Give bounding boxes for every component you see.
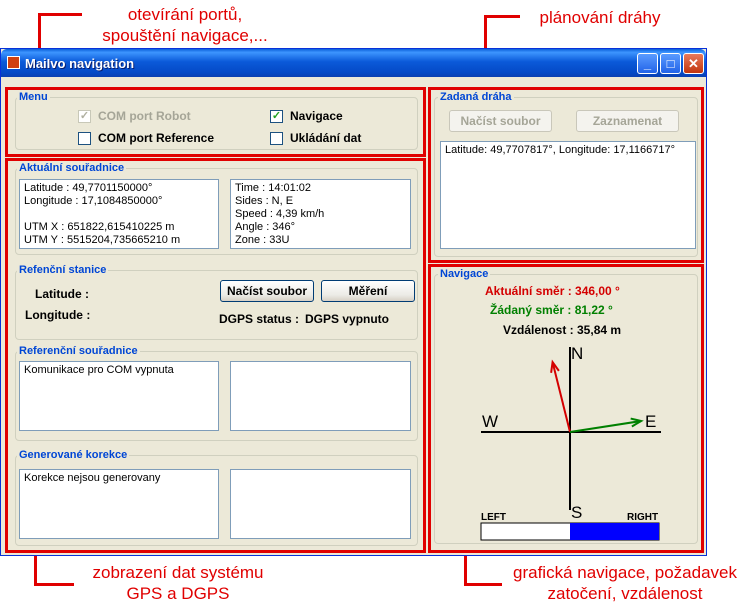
annotation-ports-connector-h [38,13,82,16]
annotation-ports: otevírání portů, spouštění navigace,... [70,4,300,46]
reference-coords-textbox[interactable]: Komunikace pro COM vypnuta [19,361,219,431]
app-icon [7,56,20,69]
current-status-textbox[interactable]: Time : 14:01:02 Sides : N, E Speed : 4,3… [230,179,411,249]
annotation-gps-line2: GPS a DGPS [126,584,230,603]
annotation-ports-line1: otevírání portů, [127,5,243,24]
menu-title: Menu [17,91,50,103]
ukladani-label: Ukládání dat [290,131,362,145]
compass-graphic: N S W E LEFT RIGHT [480,344,661,541]
path-textbox[interactable]: Latitude: 49,7707817°, Longitude: 17,116… [440,141,696,249]
navigation-highlight: Navigace Aktuální směr : 346,00 ° Žádaný… [428,264,704,553]
annotation-path-planning: plánování dráhy [539,8,661,27]
current-direction-arrow-shaft [551,361,571,433]
annotation-nav-line1: grafická navigace, požadavek [513,563,737,582]
reference-coords-title: Referenční souřadnice [17,345,140,357]
annotation-gps-connector-v [34,552,37,586]
close-button[interactable]: ✕ [683,53,704,74]
annotation-path-connector-h [484,15,520,18]
required-direction-arrow [569,417,644,433]
com-robot-checkbox[interactable]: ✓ [78,110,91,123]
required-direction-arrow-shaft [569,420,642,433]
turn-right-label: RIGHT [627,512,658,523]
ref-latitude-label: Latitude : [35,287,89,301]
menu-highlight: Menu ✓ COM port Robot ✓ Navigace COM por… [5,87,426,157]
annotation-nav-connector-v [464,552,467,586]
path-planning-highlight: Zadaná dráha Načíst soubor Zaznamenat La… [428,87,704,263]
path-title: Zadaná dráha [438,91,514,103]
title-bar[interactable]: MaiIvo navigation _ □ ✕ [1,49,706,77]
annotation-nav-connector-h [464,583,502,586]
dgps-status-label: DGPS status : [219,312,300,326]
reference-coords-textbox-right[interactable] [230,361,411,431]
annotation-nav-line2: zatočení, vzdálenost [547,584,703,603]
annotation-gps-connector-h [34,583,74,586]
navigace-label: Navigace [290,109,343,123]
com-reference-label: COM port Reference [98,131,215,145]
gps-data-highlight: Aktuální souřadnice Latitude : 49,770115… [5,158,426,553]
ref-measure-button[interactable]: Měření [321,280,415,302]
ukladani-checkbox[interactable] [270,132,283,145]
ref-load-file-button[interactable]: Načíst soubor [220,280,314,302]
current-direction-arrow [550,359,571,433]
maximize-button[interactable]: □ [660,53,681,74]
current-coords-title: Aktuální souřadnice [17,162,127,174]
compass-n-label: N [571,344,583,363]
com-robot-label: COM port Robot [98,109,191,123]
current-coords-textbox[interactable]: Latitude : 49,7701150000° Longitude : 17… [19,179,219,249]
annotation-gps-line1: zobrazení dat systému [92,563,264,582]
navigace-checkbox[interactable]: ✓ [270,110,283,123]
generated-corrections-title: Generované korekce [17,449,130,461]
com-reference-checkbox[interactable] [78,132,91,145]
corrections-textbox[interactable]: Korekce nejsou generovany [19,469,219,539]
reference-station-title: Refenční stanice [17,264,109,276]
turn-indicator-fill [570,523,659,540]
app-window: MaiIvo navigation _ □ ✕ Menu ✓ COM port … [0,48,707,556]
minimize-button[interactable]: _ [637,53,658,74]
annotation-nav: grafická navigace, požadavek zatočení, v… [500,562,750,604]
path-load-file-button[interactable]: Načíst soubor [449,110,552,132]
turn-left-label: LEFT [481,512,506,523]
annotation-ports-line2: spouštění navigace,... [102,26,268,45]
corrections-textbox-right[interactable] [230,469,411,539]
compass-w-label: W [482,412,498,431]
dgps-status-value: DGPS vypnuto [305,312,390,326]
compass-e-label: E [645,412,656,431]
path-record-button[interactable]: Zaznamenat [576,110,679,132]
annotation-gps: zobrazení dat systému GPS a DGPS [68,562,288,604]
window-title: MaiIvo navigation [25,56,135,71]
ref-longitude-label: Longitude : [25,308,91,322]
compass-s-label: S [571,503,582,522]
